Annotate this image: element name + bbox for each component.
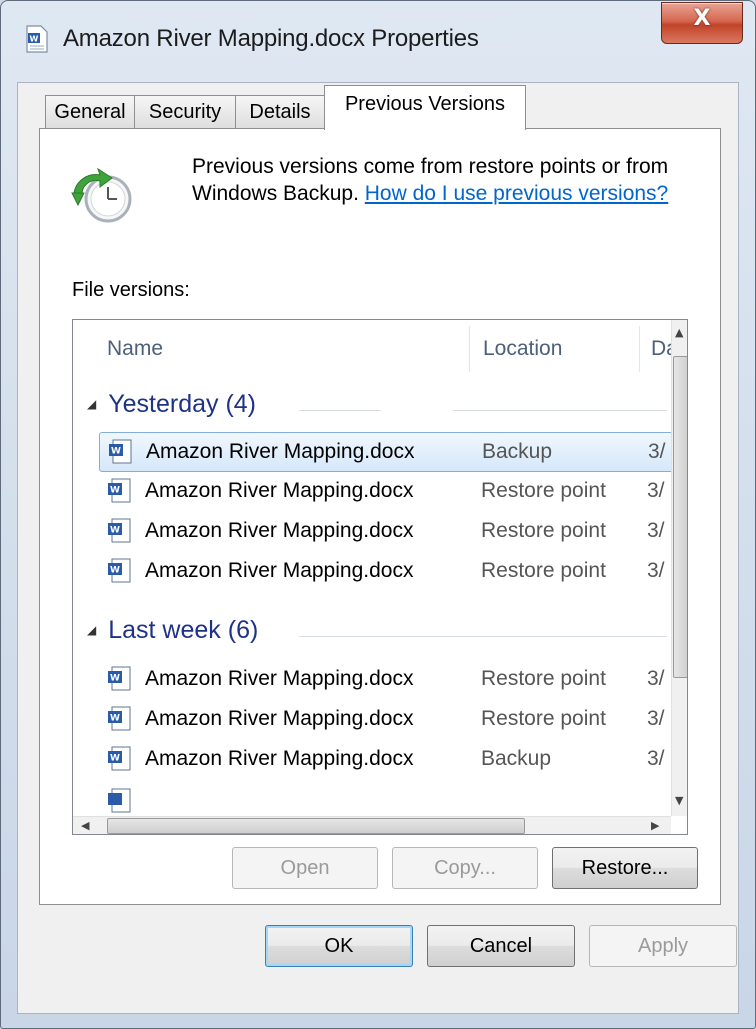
- horizontal-scroll-thumb[interactable]: [107, 818, 525, 834]
- tab-security[interactable]: Security: [134, 95, 236, 128]
- file-location: Restore point: [481, 479, 606, 502]
- column-header-location[interactable]: Location: [483, 320, 562, 378]
- file-name: Amazon River Mapping.docx: [146, 440, 415, 463]
- file-location: Backup: [481, 747, 552, 770]
- svg-text:W: W: [110, 754, 120, 764]
- list-item[interactable]: W Amazon River Mapping.docx Restore poin…: [99, 552, 667, 590]
- file-name: Amazon River Mapping.docx: [145, 519, 414, 542]
- window-title: Amazon River Mapping.docx Properties: [63, 25, 479, 52]
- ok-button[interactable]: OK: [265, 925, 413, 967]
- column-separator[interactable]: [639, 326, 640, 372]
- group-title: Last week (6): [108, 616, 259, 644]
- word-document-icon: W: [108, 666, 131, 691]
- word-document-icon: W: [108, 558, 131, 583]
- column-separator[interactable]: [469, 326, 470, 372]
- svg-text:W: W: [110, 486, 120, 496]
- restore-button[interactable]: Restore...: [552, 847, 698, 889]
- help-link[interactable]: How do I use previous versions?: [365, 182, 669, 205]
- copy-button[interactable]: Copy...: [392, 847, 538, 889]
- svg-text:W: W: [110, 526, 120, 536]
- file-versions-list[interactable]: Name Location Da ◢ Yesterday (4) W Amazon…: [72, 319, 688, 835]
- open-button[interactable]: Open: [232, 847, 378, 889]
- list-item[interactable]: W Amazon River Mapping.docx Restore poin…: [99, 512, 667, 550]
- file-location: Restore point: [481, 707, 606, 730]
- close-icon: X: [693, 6, 711, 31]
- file-location: Restore point: [481, 519, 606, 542]
- svg-text:W: W: [30, 35, 39, 44]
- word-document-icon: W: [109, 439, 132, 464]
- file-name: Amazon River Mapping.docx: [145, 667, 414, 690]
- properties-dialog: W Amazon River Mapping.docx Properties X…: [0, 0, 756, 1029]
- group-header-last-week[interactable]: ◢ Last week (6): [87, 616, 258, 645]
- file-date: 3/: [647, 519, 665, 542]
- svg-text:W: W: [110, 714, 120, 724]
- column-header-date[interactable]: Da: [651, 320, 671, 378]
- restore-clock-icon: [71, 167, 132, 223]
- previous-versions-panel: Previous versions come from restore poin…: [39, 128, 721, 905]
- file-name: Amazon River Mapping.docx: [145, 559, 414, 582]
- svg-text:W: W: [111, 447, 121, 457]
- group-divider: [299, 410, 381, 411]
- file-name: Amazon River Mapping.docx: [145, 479, 414, 502]
- file-versions-label: File versions:: [72, 279, 190, 301]
- file-date: 3/: [648, 440, 666, 463]
- intro-text: Previous versions come from restore poin…: [192, 153, 712, 207]
- scroll-left-arrow-icon[interactable]: ◀: [81, 819, 89, 832]
- list-item[interactable]: W Amazon River Mapping.docx Restore poin…: [99, 660, 667, 698]
- word-document-icon: [108, 788, 131, 813]
- list-item[interactable]: W Amazon River Mapping.docx Restore poin…: [99, 472, 667, 510]
- file-date: 3/: [647, 479, 665, 502]
- svg-text:W: W: [110, 566, 120, 576]
- collapse-triangle-icon: ◢: [87, 623, 97, 637]
- word-document-icon: W: [108, 746, 131, 771]
- list-item-partial[interactable]: [99, 782, 667, 816]
- cancel-button[interactable]: Cancel: [427, 925, 575, 967]
- tab-details[interactable]: Details: [235, 95, 325, 128]
- tab-general[interactable]: General: [45, 95, 135, 128]
- group-header-yesterday[interactable]: ◢ Yesterday (4): [87, 390, 256, 419]
- word-document-icon: W: [108, 518, 131, 543]
- word-document-icon: W: [26, 25, 48, 53]
- list-item[interactable]: W Amazon River Mapping.docx Backup 3/: [99, 432, 675, 472]
- vertical-scroll-thumb[interactable]: [673, 356, 687, 678]
- file-name: Amazon River Mapping.docx: [145, 707, 414, 730]
- group-divider: [453, 410, 667, 411]
- vertical-scrollbar[interactable]: ▲ ▼: [671, 320, 687, 816]
- scroll-up-arrow-icon[interactable]: ▲: [675, 326, 683, 339]
- scroll-down-arrow-icon[interactable]: ▼: [675, 794, 683, 807]
- list-item[interactable]: W Amazon River Mapping.docx Restore poin…: [99, 700, 667, 738]
- file-date: 3/: [647, 667, 665, 690]
- apply-button[interactable]: Apply: [589, 925, 737, 967]
- group-title: Yesterday (4): [108, 390, 257, 418]
- group-divider: [299, 636, 667, 637]
- svg-text:W: W: [110, 674, 120, 684]
- scroll-right-arrow-icon[interactable]: ▶: [651, 819, 659, 832]
- file-date: 3/: [647, 707, 665, 730]
- horizontal-scrollbar[interactable]: ◀ ▶: [73, 816, 671, 834]
- word-document-icon: W: [108, 478, 131, 503]
- word-document-icon: W: [108, 706, 131, 731]
- title-bar[interactable]: W Amazon River Mapping.docx Properties X: [1, 1, 755, 83]
- file-name: Amazon River Mapping.docx: [145, 747, 414, 770]
- list-item[interactable]: W Amazon River Mapping.docx Backup 3/: [99, 740, 667, 778]
- file-date: 3/: [647, 559, 665, 582]
- file-location: Restore point: [481, 667, 606, 690]
- file-date: 3/: [647, 747, 665, 770]
- collapse-triangle-icon: ◢: [87, 397, 97, 411]
- column-header-name[interactable]: Name: [107, 320, 163, 378]
- file-location: Restore point: [481, 559, 606, 582]
- file-location: Backup: [482, 440, 553, 463]
- tab-previous-versions[interactable]: Previous Versions: [324, 85, 526, 130]
- close-button[interactable]: X: [661, 2, 743, 44]
